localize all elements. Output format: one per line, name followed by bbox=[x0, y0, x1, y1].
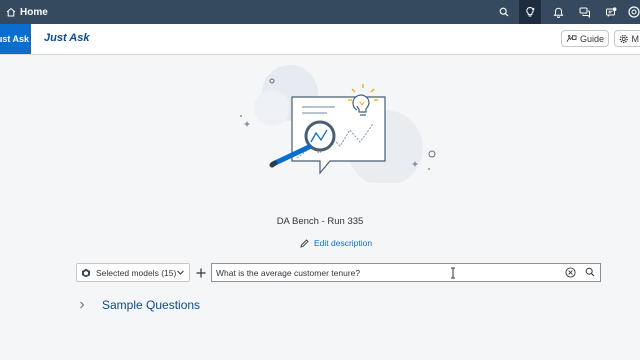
text-cursor-icon bbox=[451, 267, 455, 279]
guide-button[interactable]: Guide bbox=[561, 30, 609, 47]
edit-description-label: Edit description bbox=[314, 238, 373, 248]
decor-circle bbox=[254, 90, 290, 126]
account-icon[interactable] bbox=[624, 2, 640, 22]
decor-circle bbox=[428, 150, 436, 158]
question-input-field[interactable] bbox=[211, 263, 601, 282]
model-selector[interactable]: Selected models (15) bbox=[76, 263, 190, 282]
chevron-down-icon bbox=[177, 270, 184, 275]
pencil-icon bbox=[300, 238, 309, 248]
sample-questions-label: Sample Questions bbox=[102, 298, 201, 312]
run-title: DA Bench - Run 335 bbox=[276, 216, 364, 227]
sparkle bbox=[244, 121, 250, 127]
decor-dot bbox=[428, 168, 430, 170]
search-icon[interactable] bbox=[494, 2, 514, 22]
plus-icon bbox=[196, 268, 205, 277]
model-selector-label: Selected models (15) bbox=[96, 267, 177, 278]
messages-icon[interactable] bbox=[601, 2, 621, 22]
guide-label: Guide bbox=[579, 33, 604, 44]
cube-icon bbox=[82, 268, 90, 277]
clear-icon[interactable] bbox=[565, 267, 576, 278]
chevron-right-icon bbox=[80, 301, 85, 309]
gear-icon bbox=[619, 34, 628, 43]
bell-icon[interactable] bbox=[548, 2, 568, 22]
insight-illustration bbox=[240, 65, 436, 183]
search-icon[interactable] bbox=[585, 267, 595, 277]
shell-bar: Home bbox=[0, 0, 640, 24]
guide-icon bbox=[566, 34, 577, 42]
decor-dot bbox=[240, 115, 242, 117]
more-button[interactable]: M bbox=[614, 30, 640, 47]
lightbulb-icon[interactable] bbox=[519, 0, 541, 24]
edit-description-link[interactable]: Edit description bbox=[300, 238, 372, 248]
app-header: Just Ask Just Ask Guide M bbox=[0, 24, 640, 55]
add-button[interactable] bbox=[191, 263, 210, 282]
app-tag[interactable]: Just Ask bbox=[0, 24, 31, 54]
sample-questions-toggle[interactable]: Sample Questions bbox=[78, 298, 200, 312]
chat-icon[interactable] bbox=[575, 2, 595, 22]
more-label: M bbox=[631, 33, 640, 44]
question-input[interactable] bbox=[216, 266, 546, 280]
page-title: Just Ask bbox=[44, 32, 90, 44]
home-button[interactable]: Home bbox=[6, 4, 48, 20]
home-label: Home bbox=[20, 6, 48, 18]
home-icon bbox=[6, 7, 16, 17]
